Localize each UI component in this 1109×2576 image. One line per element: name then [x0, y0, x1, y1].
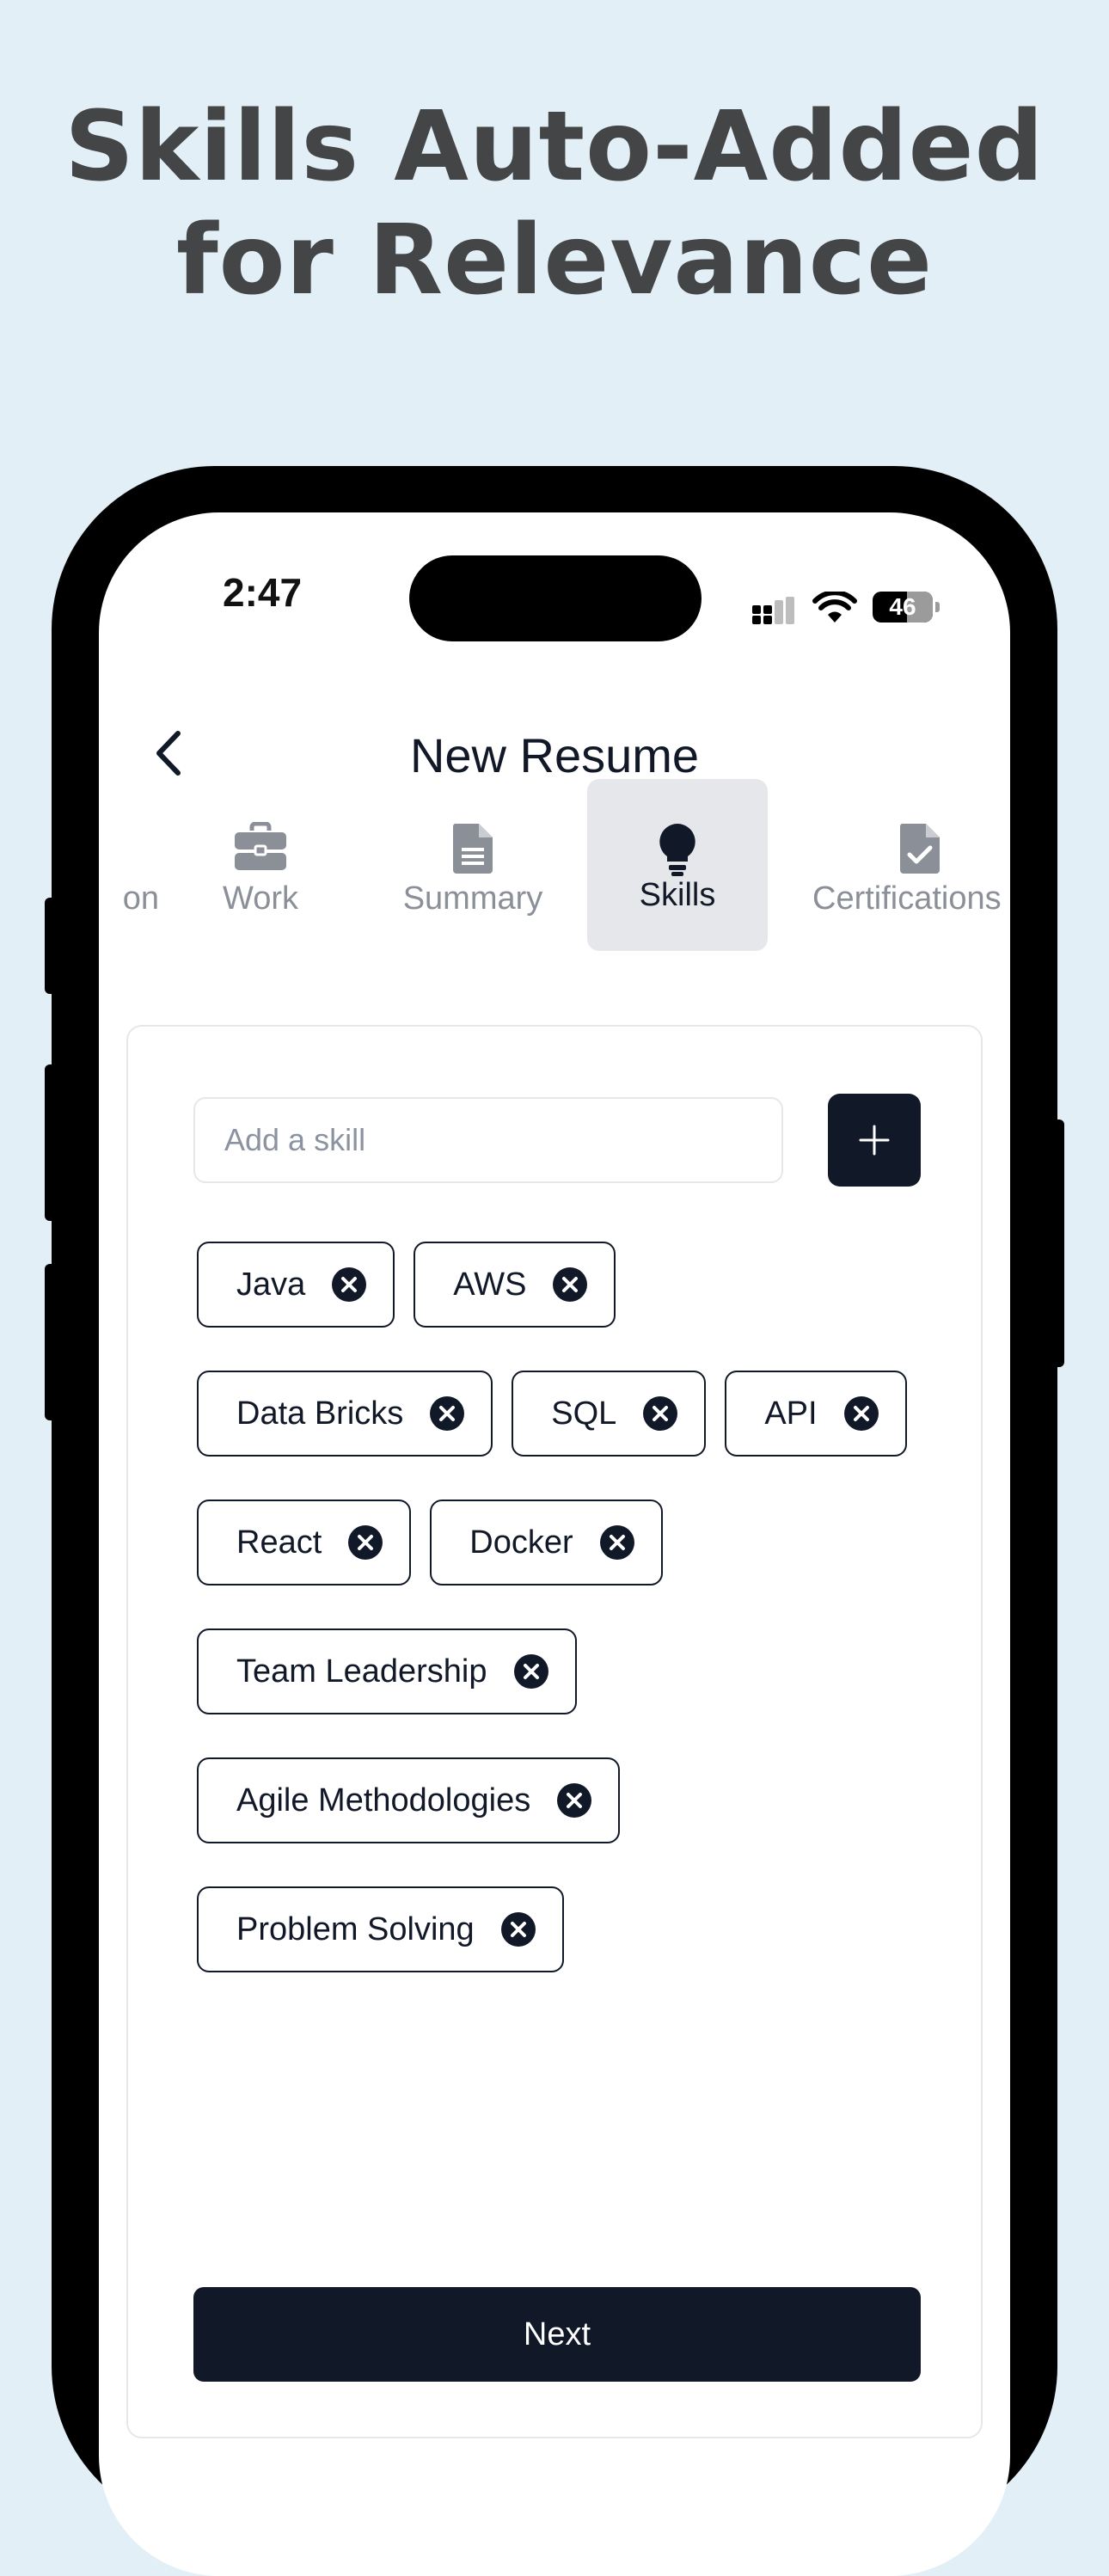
plus-icon: [859, 1125, 890, 1156]
certificate-icon: [899, 824, 940, 874]
skill-chip: AWS: [414, 1242, 616, 1328]
skill-chip-label: SQL: [551, 1395, 617, 1432]
skill-chip-label: Team Leadership: [236, 1653, 487, 1690]
tab-summary[interactable]: Summary: [391, 779, 554, 951]
add-skill-input[interactable]: [193, 1097, 783, 1183]
skill-chip: Data Bricks: [197, 1371, 493, 1457]
remove-icon[interactable]: [331, 1267, 367, 1303]
battery-percentage: 46: [889, 593, 916, 620]
skills-card: Java AWS Data Bricks SQL API React Docke…: [126, 1025, 983, 2438]
skill-chip: Docker: [430, 1500, 663, 1585]
tab-label: Skills: [639, 877, 716, 913]
tab-label: on: [122, 880, 159, 917]
tab-label: Summary: [402, 880, 543, 917]
dynamic-island: [409, 555, 702, 641]
remove-icon[interactable]: [429, 1395, 465, 1432]
skill-chip-label: Data Bricks: [236, 1395, 404, 1432]
document-icon: [452, 824, 493, 874]
skill-chip: API: [725, 1371, 907, 1457]
skill-chip-label: AWS: [453, 1266, 527, 1303]
chip-row: React Docker: [197, 1500, 936, 1585]
remove-icon[interactable]: [347, 1524, 383, 1561]
skill-chip: Agile Methodologies: [197, 1757, 621, 1843]
skill-chip-label: Problem Solving: [236, 1911, 475, 1947]
remove-icon[interactable]: [513, 1653, 549, 1690]
remove-icon[interactable]: [552, 1267, 588, 1303]
tab-work[interactable]: Work: [209, 779, 312, 951]
marketing-headline: Skills Auto-Added for Relevance: [0, 90, 1109, 317]
tab-partial[interactable]: on: [99, 779, 168, 951]
skill-chip: React: [197, 1500, 412, 1585]
phone-frame: 2:47 46 New Resume on Work Summary Skill…: [52, 466, 1057, 2576]
battery-icon: 46: [873, 592, 933, 623]
skill-chip: Team Leadership: [197, 1628, 577, 1714]
remove-icon[interactable]: [642, 1395, 678, 1432]
cellular-signal-icon: [752, 597, 794, 624]
skill-chip: Problem Solving: [197, 1886, 564, 1972]
chip-row: Java AWS: [197, 1242, 936, 1328]
next-button[interactable]: Next: [193, 2287, 921, 2382]
battery-tip: [935, 602, 940, 612]
page-title: New Resume: [409, 728, 700, 782]
remove-icon[interactable]: [599, 1524, 635, 1561]
skill-chip-label: React: [236, 1524, 322, 1561]
skill-chip: Java: [197, 1242, 395, 1328]
skill-chip: SQL: [512, 1371, 707, 1457]
status-time: 2:47: [223, 570, 303, 615]
headline-line-2: for Relevance: [175, 205, 934, 316]
remove-icon[interactable]: [843, 1395, 879, 1432]
chip-row: Problem Solving: [197, 1886, 936, 1972]
skill-chip-label: Agile Methodologies: [236, 1782, 531, 1819]
lightbulb-icon: [659, 824, 695, 876]
tab-skills[interactable]: Skills: [587, 779, 768, 951]
chip-row: Team Leadership: [197, 1628, 936, 1714]
wifi-icon: [812, 592, 857, 623]
headline-line-1: Skills Auto-Added: [64, 91, 1045, 203]
chip-row: Data Bricks SQL API: [197, 1371, 936, 1457]
skill-chip-label: API: [764, 1395, 818, 1432]
skill-chip-label: Docker: [469, 1524, 573, 1561]
phone-screen: 2:47 46 New Resume on Work Summary Skill…: [99, 512, 1010, 2576]
add-skill-button[interactable]: [828, 1094, 921, 1187]
tab-label: Certifications: [812, 880, 1002, 917]
tab-label: Work: [223, 880, 298, 917]
tab-certifications[interactable]: Certifications: [812, 779, 1010, 951]
remove-icon[interactable]: [500, 1911, 536, 1947]
skill-chip-list: Java AWS Data Bricks SQL API React Docke…: [197, 1242, 936, 2015]
remove-icon[interactable]: [556, 1782, 592, 1819]
chip-row: Agile Methodologies: [197, 1757, 936, 1843]
briefcase-icon: [235, 822, 286, 870]
skill-chip-label: Java: [236, 1266, 306, 1303]
